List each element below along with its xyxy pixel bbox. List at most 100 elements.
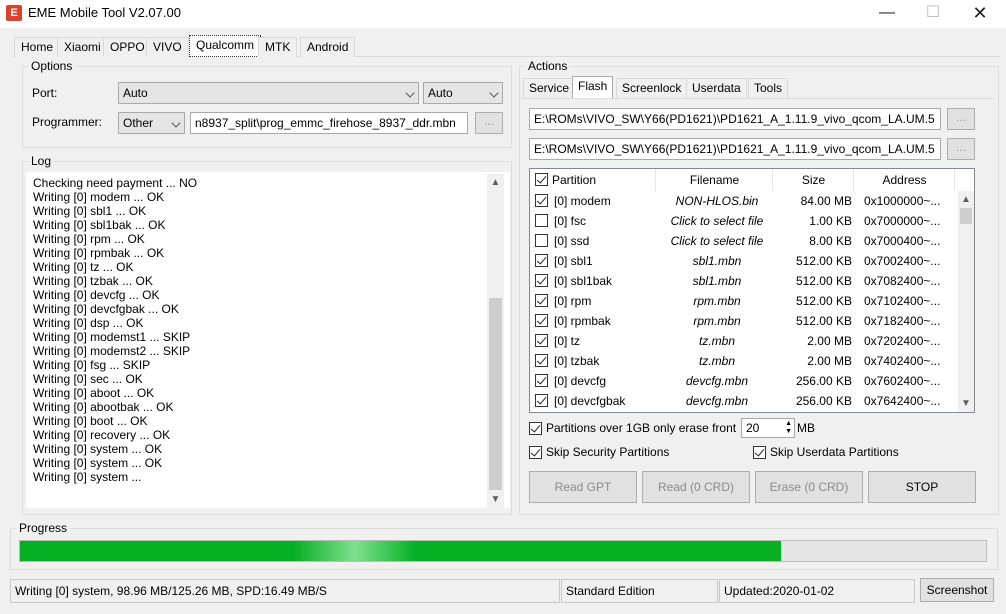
- programmer-label: Programmer:: [32, 115, 103, 129]
- tab-home[interactable]: Home: [14, 37, 61, 57]
- scroll-up-icon[interactable]: ▲: [487, 174, 504, 191]
- col-size[interactable]: Size: [774, 169, 854, 191]
- skip-security-checkbox[interactable]: [529, 446, 542, 459]
- erase-button[interactable]: Erase (0 CRD): [755, 471, 863, 503]
- partition-checkbox[interactable]: [535, 394, 548, 407]
- partition-filename[interactable]: Click to select file: [660, 211, 774, 231]
- partition-filename[interactable]: devcfg.mbn: [660, 391, 774, 411]
- partition-row[interactable]: [0] tz tz.mbn 2.00 MB 0x7202400~...: [530, 331, 958, 351]
- tab-oppo[interactable]: OPPO: [103, 37, 152, 57]
- partition-row[interactable]: [0] devcfg devcfg.mbn 256.00 KB 0x7602400~.…: [530, 371, 958, 391]
- partition-row[interactable]: [0] ssd Click to select file 8.00 KB 0x7000…: [530, 231, 958, 251]
- tab-mtk[interactable]: MTK: [258, 37, 298, 57]
- select-all-checkbox[interactable]: [535, 173, 548, 186]
- firmware-path-field-1[interactable]: E:\ROMs\VIVO_SW\Y66(PD1621)\PD1621_A_1.1…: [529, 108, 941, 130]
- tab-service[interactable]: Service: [523, 78, 576, 98]
- partition-filename[interactable]: NON-HLOS.bin: [660, 191, 774, 211]
- read-gpt-button[interactable]: Read GPT: [529, 471, 637, 503]
- partition-size: 512.00 KB: [795, 254, 852, 268]
- tab-xiaomi[interactable]: Xiaomi: [57, 37, 108, 57]
- partition-checkbox[interactable]: [535, 294, 548, 307]
- partition-filename[interactable]: sbl1.mbn: [660, 271, 774, 291]
- partition-row[interactable]: [0] rpmbak rpm.mbn 512.00 KB 0x7182400~...: [530, 311, 958, 331]
- partition-row[interactable]: [0] fsc Click to select file 1.00 KB 0x7000…: [530, 211, 958, 231]
- partition-row[interactable]: [0] sbl1 sbl1.mbn 512.00 KB 0x7002400~...: [530, 251, 958, 271]
- partition-name: [0] rpmbak: [554, 314, 611, 328]
- partition-row[interactable]: [0] rpm rpm.mbn 512.00 KB 0x7102400~...: [530, 291, 958, 311]
- log-scroll-thumb[interactable]: [489, 298, 502, 490]
- screenshot-button[interactable]: Screenshot: [920, 578, 994, 602]
- col-address[interactable]: Address: [855, 169, 955, 191]
- programmer-path-field[interactable]: n8937_split\prog_emmc_firehose_8937_ddr.…: [190, 112, 468, 134]
- partition-filename[interactable]: Click to select file: [660, 231, 774, 251]
- partition-name: [0] sbl1: [554, 254, 593, 268]
- erase-front-checkbox[interactable]: [529, 422, 542, 435]
- partition-filename[interactable]: rpm.mbn: [660, 311, 774, 331]
- partition-filename[interactable]: rpm.mbn: [660, 291, 774, 311]
- partition-checkbox[interactable]: [535, 254, 548, 267]
- firmware-path-field-2[interactable]: E:\ROMs\VIVO_SW\Y66(PD1621)\PD1621_A_1.1…: [529, 138, 941, 160]
- partition-scroll-thumb[interactable]: [960, 208, 972, 224]
- tab-android[interactable]: Android: [300, 37, 356, 57]
- tab-flash[interactable]: Flash: [572, 76, 614, 98]
- app-logo-icon: E: [6, 5, 22, 21]
- partition-address: 0x7102400~...: [864, 294, 941, 308]
- tab-tools[interactable]: Tools: [748, 78, 789, 98]
- tab-qualcomm[interactable]: Qualcomm: [189, 35, 262, 57]
- read-button[interactable]: Read (0 CRD): [642, 471, 750, 503]
- port-mode-select[interactable]: Auto: [423, 82, 503, 104]
- progress-fill: [20, 541, 781, 561]
- scroll-down-icon[interactable]: ▼: [487, 491, 504, 508]
- partition-size: 512.00 KB: [795, 294, 852, 308]
- stepper-arrows-icon[interactable]: ▲ ▼: [785, 420, 792, 436]
- partition-checkbox[interactable]: [535, 374, 548, 387]
- skip-security-label: Skip Security Partitions: [546, 445, 670, 459]
- options-title: Options: [28, 59, 76, 73]
- partition-table[interactable]: Partition Filename Size Address [0] mode…: [529, 168, 975, 413]
- partition-filename[interactable]: tz.mbn: [660, 331, 774, 351]
- partition-row[interactable]: [0] modem NON-HLOS.bin 84.00 MB 0x1000000~.…: [530, 191, 958, 211]
- tab-vivo[interactable]: VIVO: [146, 37, 189, 57]
- programmer-type-select[interactable]: Other: [118, 112, 185, 134]
- programmer-browse-button[interactable]: ...: [475, 112, 503, 134]
- partition-checkbox[interactable]: [535, 274, 548, 287]
- firmware-browse-button-2[interactable]: ...: [947, 138, 975, 160]
- erase-front-value: 20: [746, 421, 760, 435]
- partition-checkbox[interactable]: [535, 214, 548, 227]
- port-select[interactable]: Auto: [118, 82, 419, 104]
- partition-address: 0x7602400~...: [864, 374, 941, 388]
- partition-row[interactable]: [0] sbl1bak sbl1.mbn 512.00 KB 0x7082400~..…: [530, 271, 958, 291]
- scroll-down-icon[interactable]: ▼: [958, 395, 974, 412]
- scroll-up-icon[interactable]: ▲: [958, 191, 974, 208]
- partition-name: [0] tzbak: [554, 354, 600, 368]
- partition-address: 0x7000400~...: [864, 234, 941, 248]
- partition-checkbox[interactable]: [535, 194, 548, 207]
- partition-address: 0x7082400~...: [864, 274, 941, 288]
- skip-userdata-checkbox[interactable]: [753, 446, 766, 459]
- col-filename[interactable]: Filename: [657, 169, 773, 191]
- partition-checkbox[interactable]: [535, 334, 548, 347]
- partition-row[interactable]: [0] tzbak tz.mbn 2.00 MB 0x7402400~...: [530, 351, 958, 371]
- partition-scrollbar[interactable]: [958, 191, 974, 412]
- partition-filename[interactable]: tz.mbn: [660, 351, 774, 371]
- col-partition[interactable]: Partition: [530, 169, 656, 191]
- firmware-browse-button-1[interactable]: ...: [947, 108, 975, 130]
- partition-filename[interactable]: sbl1.mbn: [660, 251, 774, 271]
- maximize-button[interactable]: ☐: [910, 0, 956, 28]
- minimize-button[interactable]: —: [864, 0, 910, 28]
- partition-checkbox[interactable]: [535, 234, 548, 247]
- erase-front-stepper[interactable]: 20 ▲ ▼: [741, 418, 795, 438]
- partition-size: 1.00 KB: [809, 214, 852, 228]
- tab-screenlock[interactable]: Screenlock: [616, 78, 688, 98]
- partition-checkbox[interactable]: [535, 314, 548, 327]
- partition-row[interactable]: [0] devcfgbak devcfg.mbn 256.00 KB 0x764240…: [530, 391, 958, 411]
- skip-userdata-label: Skip Userdata Partitions: [770, 445, 899, 459]
- port-value: Auto: [123, 86, 148, 100]
- partition-checkbox[interactable]: [535, 354, 548, 367]
- partition-filename[interactable]: devcfg.mbn: [660, 371, 774, 391]
- chevron-down-icon: [171, 118, 181, 128]
- partition-address: 0x7642400~...: [864, 394, 941, 408]
- close-button[interactable]: ✕: [957, 0, 1003, 28]
- stop-button[interactable]: STOP: [868, 471, 976, 503]
- tab-userdata[interactable]: Userdata: [686, 78, 747, 98]
